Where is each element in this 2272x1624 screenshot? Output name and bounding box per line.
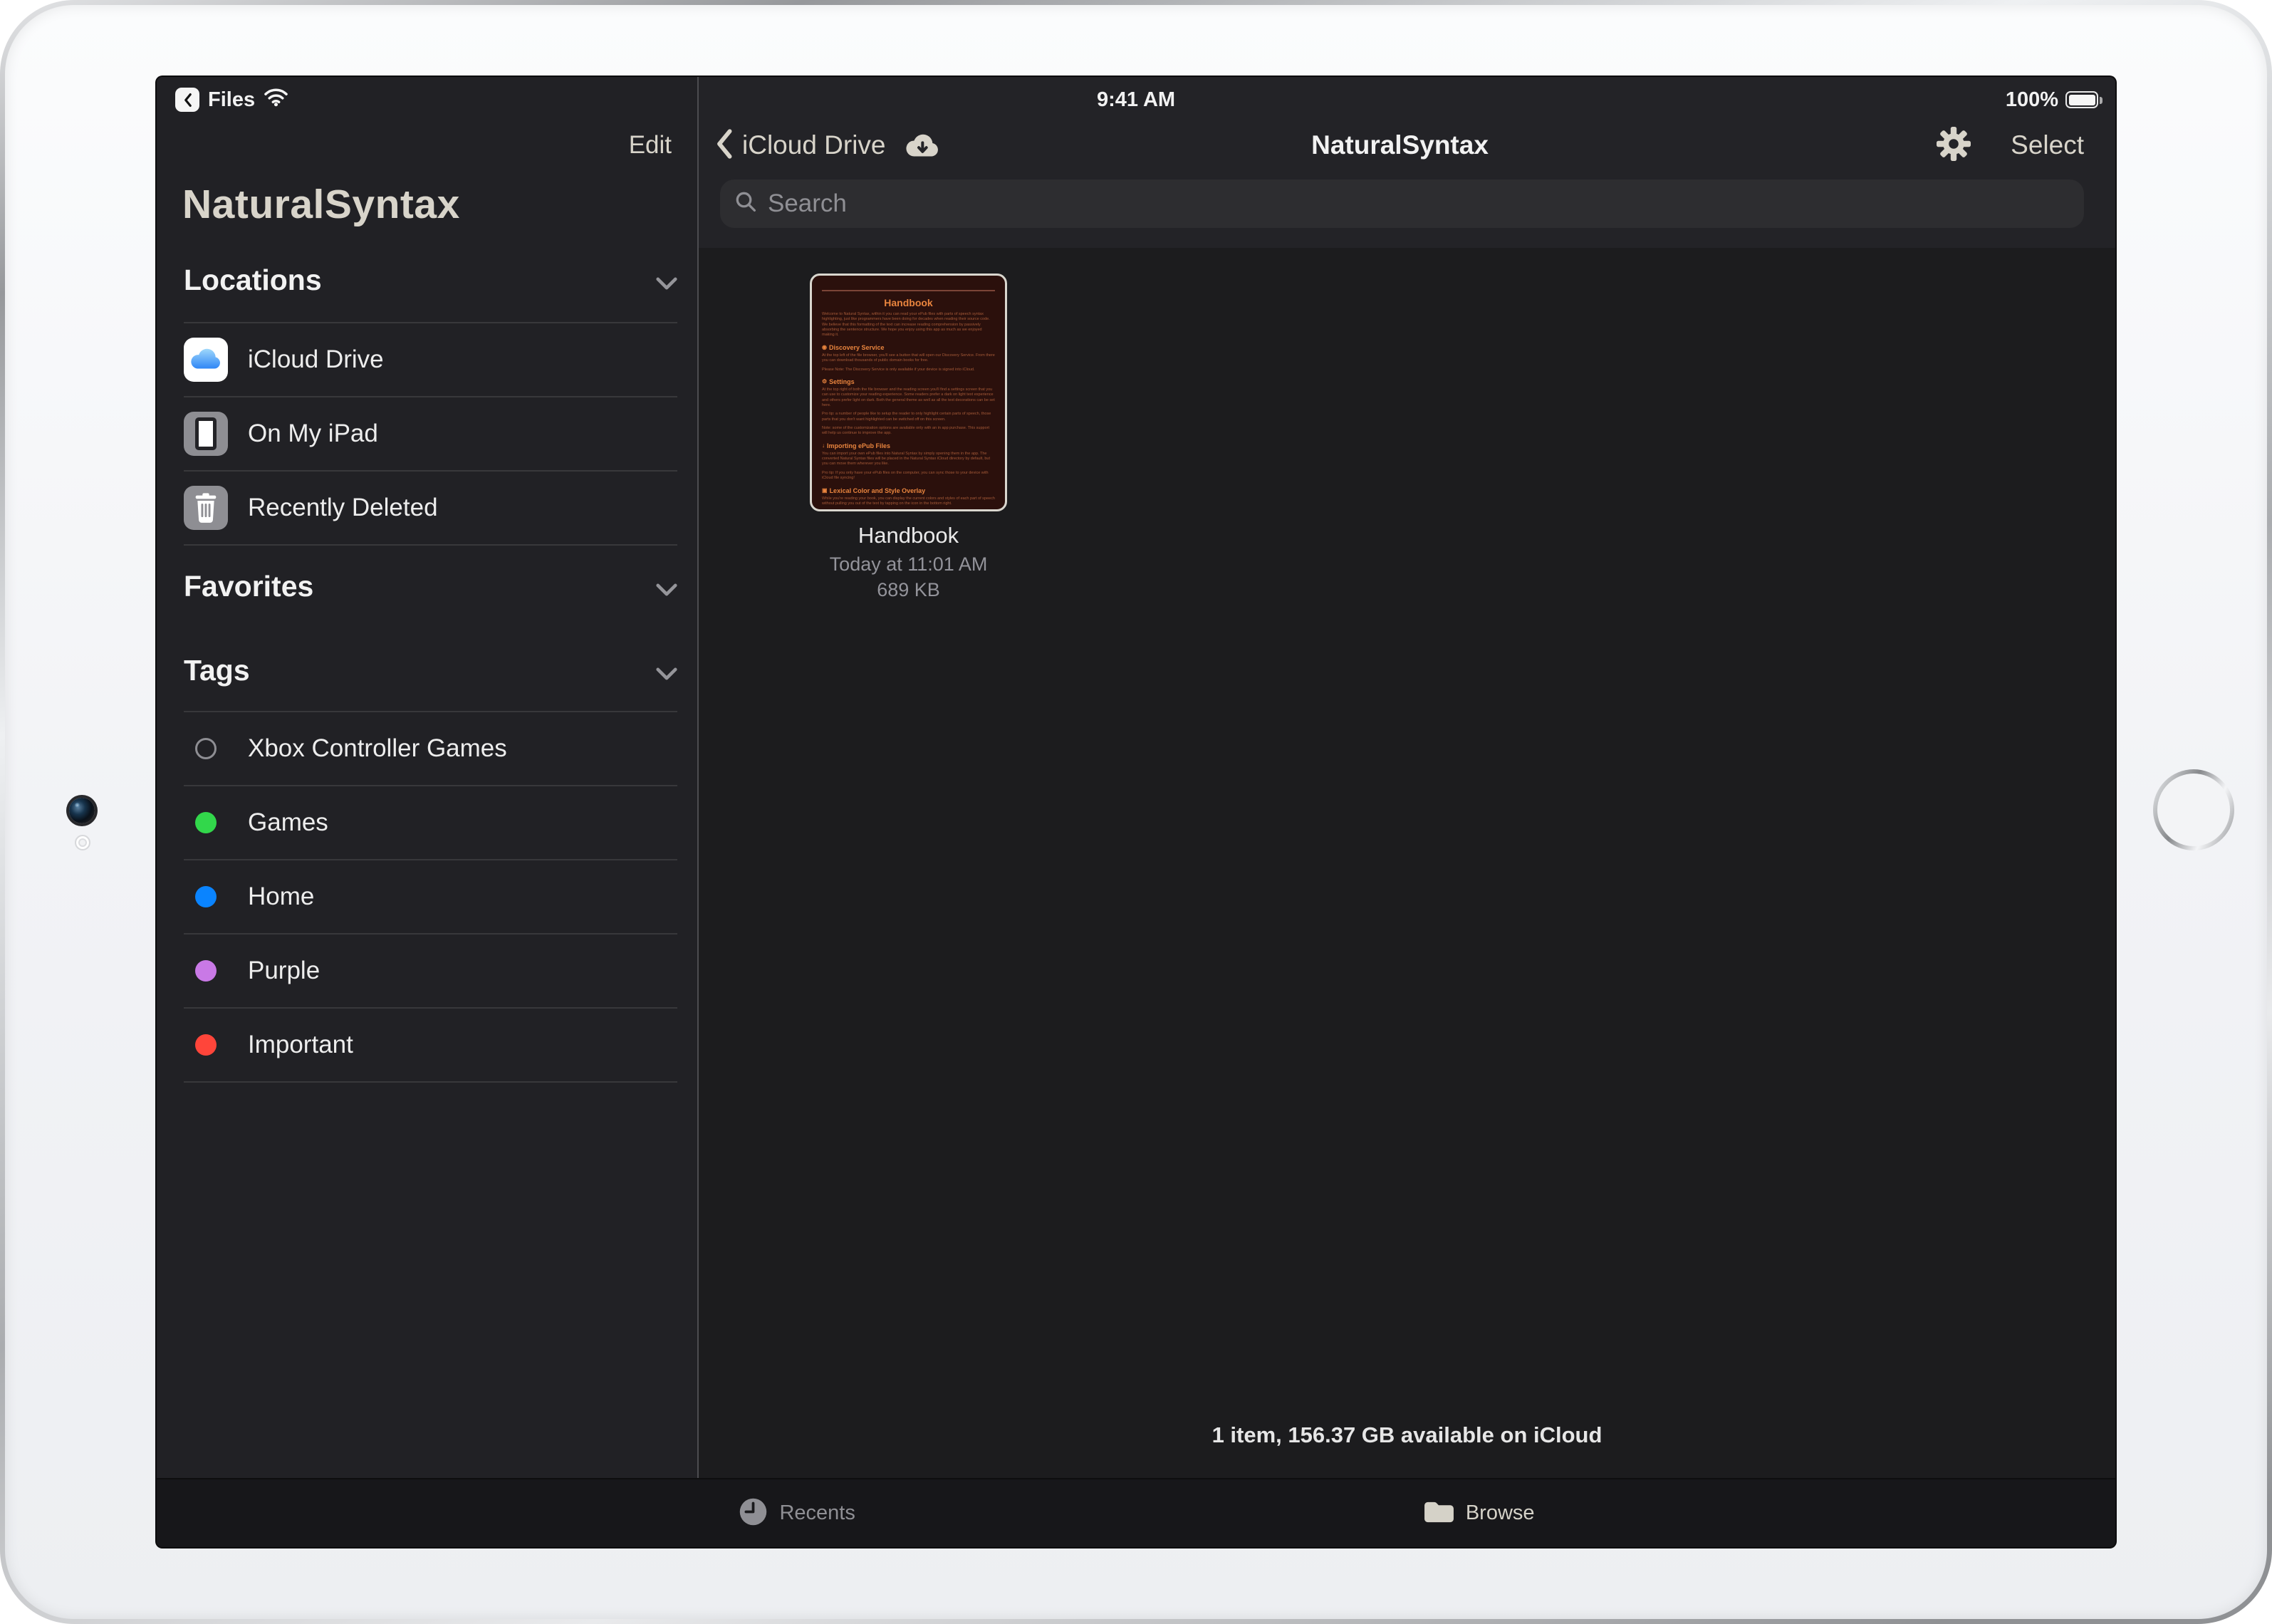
battery-percent: 100% [2006, 88, 2058, 112]
icloud-drive-icon [184, 338, 228, 382]
section-label: Tags [184, 654, 250, 687]
preview-paragraph: While you're reading your book, you can … [822, 496, 995, 507]
chevron-down-icon[interactable] [656, 264, 677, 297]
panel-divider [697, 77, 699, 1478]
settings-icon: ⚙ [822, 378, 827, 385]
chevron-down-icon[interactable] [656, 570, 677, 603]
tab-browse[interactable]: Browse [1422, 1499, 1535, 1529]
sidebar-item-label: On My iPad [248, 420, 378, 448]
preview-paragraph: Welcome to Natural Syntax, within it you… [822, 312, 995, 338]
tag-color-dot [195, 960, 217, 982]
preview-paragraph: Note: some of the customization options … [822, 426, 995, 437]
preview-paragraph: At the top left of the file browser, you… [822, 353, 995, 364]
ipad-icon [184, 412, 228, 456]
locations-list: iCloud Drive On My iPad [184, 322, 677, 546]
tag-label: Important [248, 1031, 353, 1059]
nav-right-actions: Select [1937, 127, 2084, 165]
preview-heading: ⚙ Settings [822, 378, 995, 385]
tag-item-purple[interactable]: Purple [184, 935, 677, 1009]
preview-heading: ↓ Importing ePub Files [822, 442, 995, 449]
tags-list: Xbox Controller Games Games Home Purple … [184, 711, 677, 1083]
back-button[interactable]: iCloud Drive [716, 129, 886, 162]
file-name: Handbook [786, 523, 1031, 548]
section-favorites-header[interactable]: Favorites [184, 570, 677, 603]
status-right-cluster: 100% [2006, 88, 2098, 112]
tab-recents-label: Recents [779, 1501, 855, 1525]
tag-color-dot [195, 738, 217, 759]
clock-icon [737, 1496, 769, 1531]
preview-heading: ◉ Discovery Service [822, 344, 995, 351]
section-label: Favorites [184, 570, 313, 603]
file-item-handbook[interactable]: Handbook Welcome to Natural Syntax, with… [786, 274, 1031, 601]
preview-paragraph: At the top right of both the file browse… [822, 387, 995, 408]
tab-bar: Recents Browse [157, 1478, 2115, 1547]
file-thumbnail: Handbook Welcome to Natural Syntax, with… [810, 274, 1007, 511]
sidebar-item-recently-deleted[interactable]: Recently Deleted [184, 472, 677, 546]
section-locations-header[interactable]: Locations [184, 264, 677, 297]
sidebar-item-on-my-ipad[interactable]: On My iPad [184, 397, 677, 472]
tag-item-xbox-controller-games[interactable]: Xbox Controller Games [184, 712, 677, 786]
tag-color-dot [195, 1034, 217, 1056]
status-time: 9:41 AM [157, 88, 2115, 112]
gear-icon[interactable] [1937, 127, 1971, 165]
sidebar-item-icloud-drive[interactable]: iCloud Drive [184, 323, 677, 397]
preview-paragraph: Please Note: The Discovery Service is on… [822, 368, 995, 373]
device-frame: Edit NaturalSyntax Locations [0, 0, 2272, 1624]
file-modified: Today at 11:01 AM [786, 553, 1031, 576]
tag-label: Home [248, 883, 314, 911]
select-button[interactable]: Select [2011, 130, 2084, 160]
tag-color-dot [195, 886, 217, 907]
overlay-icon: ▣ [822, 487, 828, 494]
sidebar-item-label: Recently Deleted [248, 494, 438, 522]
tag-label: Purple [248, 957, 320, 985]
preview-title: Handbook [822, 297, 995, 308]
sidebar-item-label: iCloud Drive [248, 345, 384, 374]
ambient-sensor [75, 835, 90, 850]
trash-icon [184, 486, 228, 530]
tag-label: Games [248, 808, 328, 837]
preview-rule [822, 290, 995, 291]
preview-paragraph: You can import your own ePub files into … [822, 452, 995, 467]
search-input[interactable] [768, 189, 2070, 218]
screen: Edit NaturalSyntax Locations [157, 77, 2115, 1547]
sidebar-title: NaturalSyntax [182, 181, 460, 228]
tag-color-dot [195, 812, 217, 833]
items-status: 1 item, 156.37 GB available on iCloud [699, 1422, 2115, 1448]
cloud-download-icon[interactable] [905, 132, 940, 159]
nav-bar: iCloud Drive NaturalSyntax [716, 118, 2084, 172]
section-label: Locations [184, 264, 322, 297]
preview-heading: ▣ Lexical Color and Style Overlay [822, 487, 995, 494]
battery-icon [2065, 91, 2098, 108]
search-icon [734, 190, 758, 217]
tab-browse-label: Browse [1466, 1501, 1535, 1525]
home-button[interactable] [2153, 769, 2234, 850]
sidebar: Edit NaturalSyntax Locations [157, 77, 697, 1478]
tag-item-home[interactable]: Home [184, 860, 677, 935]
discovery-icon: ◉ [822, 344, 827, 350]
import-icon: ↓ [822, 442, 825, 449]
file-size: 689 KB [786, 579, 1031, 601]
front-camera [69, 798, 95, 823]
search-bar[interactable] [720, 179, 2084, 228]
section-tags-header[interactable]: Tags [184, 654, 677, 687]
tag-item-games[interactable]: Games [184, 786, 677, 860]
status-bar: Files 9:41 AM 100% [157, 77, 2115, 123]
preview-paragraph: Pro tip: a number of people like to setu… [822, 412, 995, 422]
tag-label: Xbox Controller Games [248, 734, 507, 763]
main-panel: iCloud Drive NaturalSyntax [699, 77, 2115, 1478]
folder-icon [1422, 1499, 1456, 1529]
tab-recents[interactable]: Recents [737, 1496, 855, 1531]
preview-paragraph: Pro tip: If you only have your ePub file… [822, 471, 995, 482]
chevron-down-icon[interactable] [656, 654, 677, 687]
tag-item-important[interactable]: Important [184, 1009, 677, 1083]
edit-button[interactable]: Edit [629, 131, 672, 160]
nav-back-label: iCloud Drive [742, 130, 886, 160]
back-chevron-icon [716, 129, 732, 162]
